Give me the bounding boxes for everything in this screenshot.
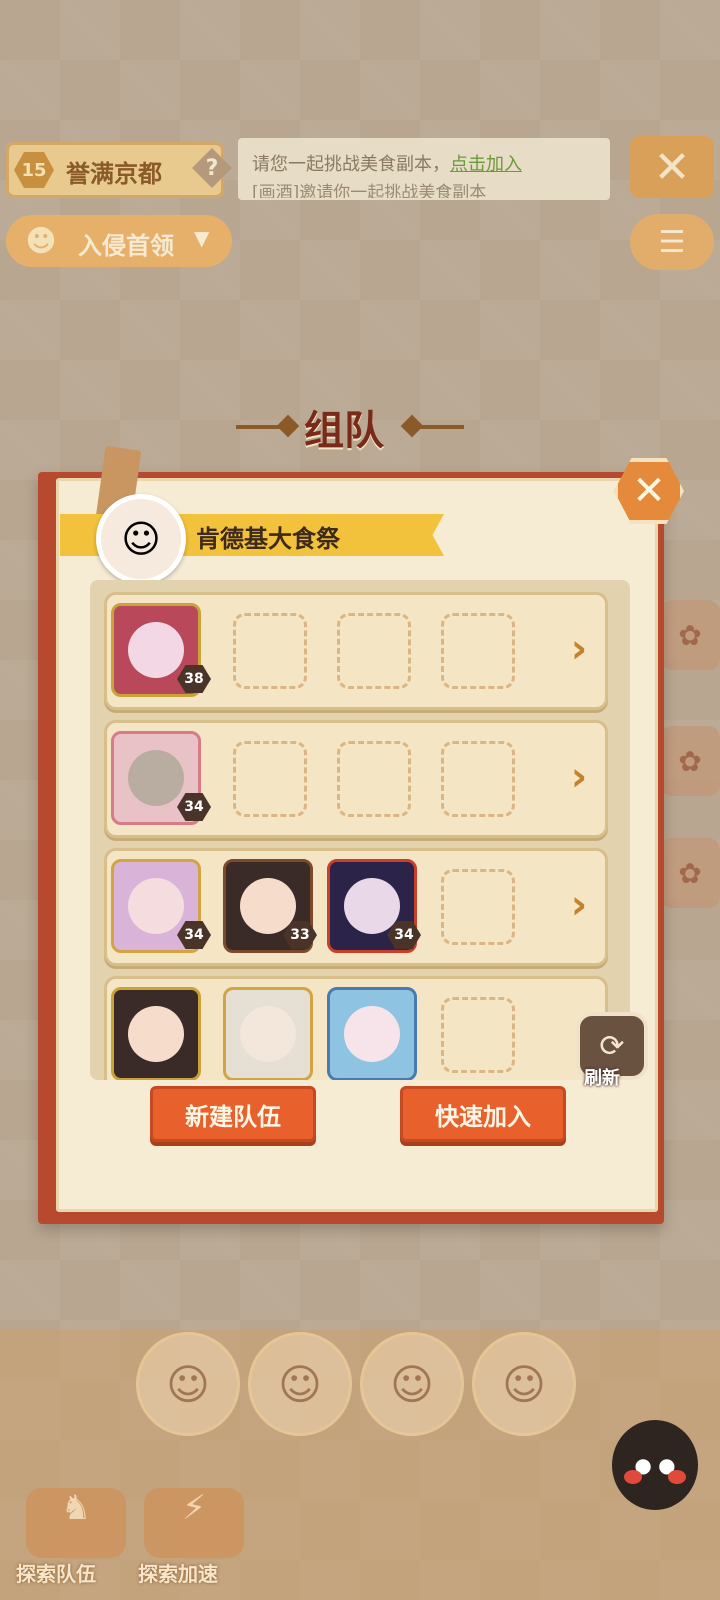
chevron-right-icon[interactable]: › — [561, 621, 597, 677]
title-ornament-right — [414, 425, 464, 429]
avatar-face — [128, 622, 184, 678]
colonel-avatar-icon: ☺ — [96, 494, 186, 584]
close-icon[interactable]: ✕ — [630, 136, 714, 198]
member-avatar[interactable] — [111, 987, 201, 1080]
boss-dropdown-label: 入侵首领 — [78, 232, 174, 260]
avatar-face — [240, 878, 296, 934]
empty-slot[interactable] — [441, 613, 515, 689]
chevron-down-icon: ▼ — [194, 226, 210, 250]
side-icon: ✿ — [660, 600, 720, 670]
avatar-face — [344, 1006, 400, 1062]
refresh-label[interactable]: 刷新 — [584, 1064, 620, 1090]
member-avatar[interactable] — [327, 987, 417, 1080]
chat-join-link[interactable]: 点击加入 — [450, 154, 522, 175]
explore-speed-label[interactable]: 探索加速 — [138, 1558, 218, 1587]
team-row[interactable] — [104, 976, 608, 1080]
empty-slot[interactable] — [337, 741, 411, 817]
empty-slot[interactable] — [337, 613, 411, 689]
empty-slot[interactable] — [233, 741, 307, 817]
team-list[interactable]: 38 › 34 › 34 33 34 › — [90, 580, 630, 1080]
chat-text: 请您一起挑战美食副本， — [252, 154, 450, 175]
new-team-button[interactable]: 新建队伍 — [150, 1086, 316, 1142]
list-icon[interactable]: ☰ — [630, 214, 714, 270]
avatar-face — [344, 878, 400, 934]
character-bubble[interactable]: ☺ — [136, 1332, 240, 1436]
avatar-face — [240, 1006, 296, 1062]
avatar-face — [128, 878, 184, 934]
empty-slot[interactable] — [233, 613, 307, 689]
dialog-title: 组队 — [304, 408, 384, 454]
member-avatar[interactable] — [223, 987, 313, 1080]
character-bubble[interactable]: ☺ — [360, 1332, 464, 1436]
mascot-bear[interactable]: ● ● — [612, 1420, 698, 1510]
chat-message-line1: 请您一起挑战美食副本，点击加入 — [252, 150, 522, 176]
character-bubble[interactable]: ☺ — [248, 1332, 352, 1436]
empty-slot[interactable] — [441, 741, 515, 817]
location-name: 誉满京都 — [66, 160, 162, 188]
chevron-right-icon[interactable]: › — [561, 749, 597, 805]
chat-message-line2: [画酒]邀请你一起挑战美食副本 — [252, 183, 487, 198]
explore-speed-icon[interactable]: ⚡ — [144, 1488, 244, 1558]
character-bubble[interactable]: ☺ — [472, 1332, 576, 1436]
explore-team-label[interactable]: 探索队伍 — [16, 1558, 96, 1587]
empty-slot[interactable] — [441, 869, 515, 945]
mascot-blush — [624, 1470, 642, 1484]
event-name: 肯德基大食祭 — [196, 525, 340, 553]
side-icon: ✿ — [660, 838, 720, 908]
side-icon: ✿ — [660, 726, 720, 796]
empty-slot[interactable] — [441, 997, 515, 1073]
quick-join-button[interactable]: 快速加入 — [400, 1086, 566, 1142]
title-ornament-left — [276, 414, 300, 438]
avatar-face — [128, 750, 184, 806]
explore-team-icon[interactable]: ♞ — [26, 1488, 126, 1558]
avatar-face — [128, 1006, 184, 1062]
fox-mask-icon: ☻ — [25, 223, 57, 259]
mascot-blush — [668, 1470, 686, 1484]
team-row[interactable]: 34 33 34 › — [104, 848, 608, 966]
team-row[interactable]: 34 › — [104, 720, 608, 838]
team-row[interactable]: 38 › — [104, 592, 608, 710]
chevron-right-icon[interactable]: › — [561, 877, 597, 933]
